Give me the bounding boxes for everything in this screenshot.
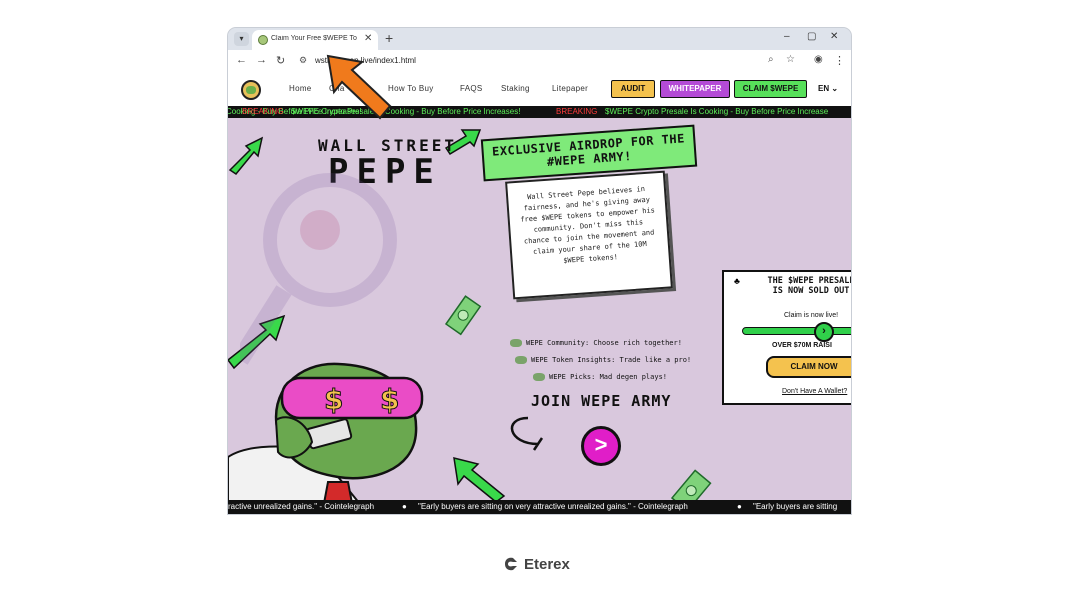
tab-strip: ▾ Claim Your Free $WEPE Token | ✕ + – ▢ … bbox=[228, 28, 851, 50]
pepe-mini-icon: ♣ bbox=[734, 276, 740, 286]
pepe-face-icon bbox=[515, 356, 527, 364]
bullet-icon: ● bbox=[402, 502, 407, 511]
new-tab-icon[interactable]: + bbox=[385, 30, 393, 46]
close-tab-icon[interactable]: ✕ bbox=[364, 33, 372, 44]
presale-subtitle: Claim is now live! bbox=[784, 312, 839, 319]
bullet-icon: ● bbox=[737, 502, 742, 511]
claim-wepe-button[interactable]: CLAIM $WEPE bbox=[734, 80, 807, 98]
presale-raised: OVER $70M RAISI bbox=[772, 342, 832, 349]
svg-text:$: $ bbox=[380, 383, 399, 416]
ticker-headline: $WEPE Crypto Presale Is Cooking - Buy Be… bbox=[605, 107, 829, 116]
ticker-breaking: BREAKING bbox=[242, 107, 284, 116]
presale-title: THE $WEPE PRESALE IS NOW SOLD OUT bbox=[767, 276, 852, 296]
close-window-icon[interactable]: ✕ bbox=[830, 31, 838, 42]
tab-title: Claim Your Free $WEPE Token | bbox=[271, 35, 357, 42]
reload-icon[interactable]: ↻ bbox=[276, 54, 285, 67]
feature-item: WEPE Picks: Mad degen plays! bbox=[533, 373, 667, 381]
airdrop-card: Wall Street Pepe believes in fairness, a… bbox=[505, 170, 673, 300]
quote-text: ractive unrealized gains." - Cointelegra… bbox=[228, 502, 375, 511]
tab-list-icon[interactable]: ▾ bbox=[234, 32, 249, 46]
feature-item: WEPE Token Insights: Trade like a pro! bbox=[515, 356, 691, 364]
pepe-face-icon bbox=[533, 373, 545, 381]
feature-item: WEPE Community: Choose rich together! bbox=[510, 339, 682, 347]
nav-home[interactable]: Home bbox=[289, 84, 312, 93]
browser-tab[interactable]: Claim Your Free $WEPE Token | ✕ bbox=[252, 30, 378, 50]
chevron-down-icon: ⌄ bbox=[831, 84, 839, 93]
maximize-icon[interactable]: ▢ bbox=[807, 31, 816, 42]
language-label: EN bbox=[818, 84, 830, 93]
whitepaper-button[interactable]: WHITEPAPER bbox=[660, 80, 730, 98]
minimize-icon[interactable]: – bbox=[784, 31, 790, 42]
forward-icon[interactable]: → bbox=[256, 54, 267, 66]
back-icon[interactable]: ← bbox=[236, 54, 247, 66]
airdrop-body: Wall Street Pepe believes in fairness, a… bbox=[520, 184, 656, 265]
annotation-arrow-icon bbox=[326, 54, 392, 120]
claim-now-button[interactable]: CLAIM NOW bbox=[766, 356, 851, 378]
language-selector[interactable]: EN ⌄ bbox=[818, 84, 838, 93]
feature-label: WEPE Community: Choose rich together! bbox=[526, 339, 682, 347]
menu-icon[interactable]: ⋮ bbox=[834, 54, 845, 67]
presale-progress-bar bbox=[742, 327, 851, 335]
profile-icon[interactable]: ◉ bbox=[814, 54, 823, 65]
quote-ticker: ractive unrealized gains." - Cointelegra… bbox=[228, 500, 851, 514]
quote-text: "Early buyers are sitting bbox=[753, 502, 838, 511]
green-arrow-icon bbox=[228, 136, 264, 176]
favicon-icon bbox=[258, 35, 268, 45]
site-info-icon[interactable]: ⚙ bbox=[299, 55, 307, 66]
hero-title-line2: PEPE bbox=[328, 152, 442, 192]
web-page: $ $ Home Cha How To Buy FAQS Staking Lit… bbox=[228, 72, 851, 514]
nav-litepaper[interactable]: Litepaper bbox=[552, 84, 588, 93]
nav-faqs[interactable]: FAQS bbox=[460, 84, 483, 93]
quote-text: "Early buyers are sitting on very attrac… bbox=[418, 502, 688, 511]
audit-button[interactable]: AUDIT bbox=[611, 80, 655, 98]
curved-arrow-icon bbox=[510, 416, 544, 451]
join-heading: JOIN WEPE ARMY bbox=[531, 392, 672, 410]
nav-staking[interactable]: Staking bbox=[501, 84, 530, 93]
feature-label: WEPE Token Insights: Trade like a pro! bbox=[531, 356, 692, 364]
pepe-character-illustration: $ $ bbox=[228, 362, 424, 514]
pepe-face-icon bbox=[510, 339, 522, 347]
progress-arrow-icon: › bbox=[814, 322, 834, 342]
green-arrow-icon bbox=[453, 456, 506, 503]
brand-logo: Eterex bbox=[502, 555, 570, 575]
eterex-logo-icon bbox=[505, 557, 517, 571]
brand-name: Eterex bbox=[524, 556, 570, 573]
money-bill-icon bbox=[444, 295, 482, 336]
presale-widget: ♣ THE $WEPE PRESALE IS NOW SOLD OUT Clai… bbox=[722, 270, 851, 405]
join-arrow-button[interactable]: > bbox=[581, 426, 621, 466]
green-arrow-icon bbox=[228, 314, 286, 370]
feature-label: WEPE Picks: Mad degen plays! bbox=[549, 373, 668, 381]
zoom-icon[interactable]: ⌕ bbox=[768, 54, 774, 65]
bookmark-star-icon[interactable]: ☆ bbox=[786, 54, 795, 65]
svg-text:$: $ bbox=[324, 383, 343, 416]
no-wallet-link[interactable]: Don't Have A Wallet? bbox=[782, 388, 847, 395]
ticker-breaking: BREAKING bbox=[556, 107, 598, 116]
site-logo[interactable] bbox=[241, 80, 261, 100]
